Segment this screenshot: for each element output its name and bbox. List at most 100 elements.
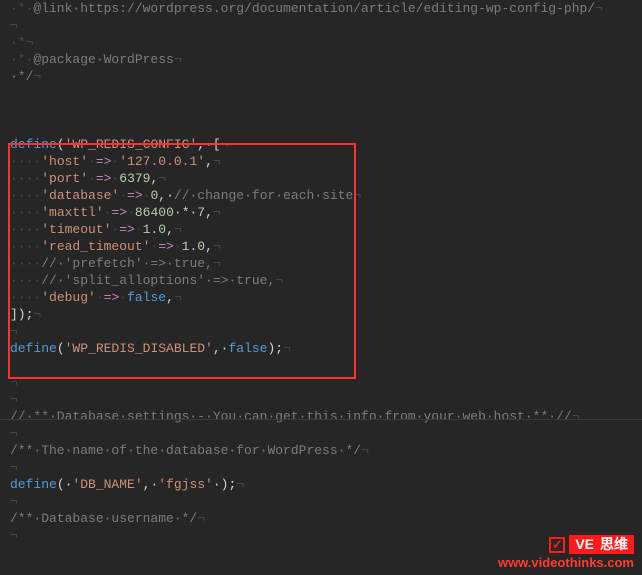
code-token: ¬	[595, 1, 603, 16]
code-token: ····	[10, 222, 41, 237]
code-line[interactable]: ····'debug'·=>·false,¬	[10, 289, 632, 306]
code-token: ····	[10, 188, 41, 203]
code-token: ¬	[33, 307, 41, 322]
code-token: ·	[119, 290, 127, 305]
code-token: ····	[10, 171, 41, 186]
code-line[interactable]: ¬	[10, 527, 632, 544]
code-token: 'port'	[41, 171, 88, 186]
code-line[interactable]: ¬	[10, 459, 632, 476]
code-line[interactable]: ····'maxttl'·=>·86400·*·7,¬	[10, 204, 632, 221]
code-token: define	[10, 341, 57, 356]
code-token: =>	[119, 222, 135, 237]
code-token: ¬	[275, 273, 283, 288]
code-editor[interactable]: ·*·@link·https://wordpress.org/documenta…	[0, 0, 642, 552]
code-token: ¬	[26, 35, 34, 50]
code-line[interactable]: ····'timeout'·=>·1.0,¬	[10, 221, 632, 238]
code-line[interactable]: ¬	[10, 425, 632, 442]
code-token: 'WP_REDIS_DISABLED'	[65, 341, 213, 356]
code-line[interactable]	[10, 85, 632, 102]
code-token: ,	[205, 205, 213, 220]
code-token: ····	[10, 205, 41, 220]
code-token: );	[267, 341, 283, 356]
code-line[interactable]: /**·Database·username·*/¬	[10, 510, 632, 527]
code-line[interactable]: ¬	[10, 391, 632, 408]
code-token: ¬	[197, 511, 205, 526]
code-token: ¬	[10, 324, 18, 339]
code-line[interactable]: ····'database'·=>·0,·//·change·for·each·…	[10, 187, 632, 204]
code-token: 'WP_REDIS_CONFIG'	[65, 137, 198, 152]
code-token: 86400	[135, 205, 174, 220]
code-token: ¬	[174, 290, 182, 305]
code-line[interactable]: ····'port'·=>·6379,¬	[10, 170, 632, 187]
code-line[interactable]: define('WP_REDIS_DISABLED',·false);¬	[10, 340, 632, 357]
code-line[interactable]: define('WP_REDIS_CONFIG',·[¬	[10, 136, 632, 153]
code-token: ,·	[213, 341, 229, 356]
code-token: ····	[10, 273, 41, 288]
code-token: ¬	[10, 392, 18, 407]
code-token: ,·	[143, 477, 159, 492]
code-line[interactable]: ·*/¬	[10, 68, 632, 85]
code-token: =>	[127, 188, 143, 203]
code-token: ·*/	[10, 69, 33, 84]
code-token: =>	[158, 239, 174, 254]
code-token: ]);	[10, 307, 33, 322]
code-line[interactable]: //·**·Database·settings·-·You·can·get·th…	[10, 408, 632, 425]
code-token: ·*·	[10, 52, 33, 67]
code-token: ,	[166, 290, 174, 305]
code-token: ¬	[174, 222, 182, 237]
code-token: ····	[10, 290, 41, 305]
code-token: 'database'	[41, 188, 119, 203]
code-line[interactable]: ····//·'split_alloptions'·=>·true,¬	[10, 272, 632, 289]
code-token: ·*·	[174, 205, 197, 220]
code-line[interactable]	[10, 119, 632, 136]
code-line[interactable]: ····'host'·=>·'127.0.0.1',¬	[10, 153, 632, 170]
code-token: ¬	[10, 528, 18, 543]
code-line[interactable]	[10, 357, 632, 374]
code-token: ¬	[361, 443, 369, 458]
code-token: ¬	[10, 426, 18, 441]
code-token: '127.0.0.1'	[119, 154, 205, 169]
code-token: define	[10, 137, 57, 152]
code-line[interactable]: ····//·'prefetch'·=>·true,¬	[10, 255, 632, 272]
code-line[interactable]: ·*·@link·https://wordpress.org/documenta…	[10, 0, 632, 17]
code-line[interactable]: ¬	[10, 493, 632, 510]
code-line[interactable]: define(·'DB_NAME',·'fgjss'·);¬	[10, 476, 632, 493]
code-token: (	[57, 341, 65, 356]
code-token: ·*	[10, 35, 26, 50]
code-token: ,·[	[197, 137, 220, 152]
code-line[interactable]	[10, 102, 632, 119]
code-token: ·	[96, 290, 104, 305]
code-token: ·	[135, 222, 143, 237]
watermark-url: www.videothinks.com	[498, 554, 634, 571]
code-line[interactable]: /**·The·name·of·the·database·for·WordPre…	[10, 442, 632, 459]
code-line[interactable]: ·*¬	[10, 34, 632, 51]
code-token: ·);	[213, 477, 236, 492]
code-token: ·	[88, 154, 96, 169]
code-token: 6379	[119, 171, 150, 186]
code-token: ¬	[213, 205, 221, 220]
code-token: 'fgjss'	[158, 477, 213, 492]
code-token: 'read_timeout'	[41, 239, 150, 254]
code-token: //·change·for·each·site	[174, 188, 353, 203]
code-token: ·	[127, 205, 135, 220]
code-line[interactable]: ····'read_timeout'·=>·1.0,¬	[10, 238, 632, 255]
code-token: ¬	[213, 154, 221, 169]
code-token: (·	[57, 477, 73, 492]
code-line[interactable]: ¬	[10, 374, 632, 391]
code-token: ····	[10, 154, 41, 169]
code-token: 'host'	[41, 154, 88, 169]
code-token: ····	[10, 239, 41, 254]
code-token: 7	[197, 205, 205, 220]
code-token: //·'prefetch'·=>·true,	[41, 256, 213, 271]
code-token: @link·https://wordpress.org/documentatio…	[33, 1, 595, 16]
code-line[interactable]: ¬	[10, 17, 632, 34]
code-line[interactable]: ]);¬	[10, 306, 632, 323]
code-token: false	[228, 341, 267, 356]
code-token: 'maxttl'	[41, 205, 103, 220]
code-token: ····	[10, 256, 41, 271]
code-line[interactable]: ·*·@package·WordPress¬	[10, 51, 632, 68]
code-line[interactable]: ¬	[10, 323, 632, 340]
code-token: ¬	[10, 494, 18, 509]
code-token: ,·	[158, 188, 174, 203]
code-token: ¬	[572, 409, 580, 424]
